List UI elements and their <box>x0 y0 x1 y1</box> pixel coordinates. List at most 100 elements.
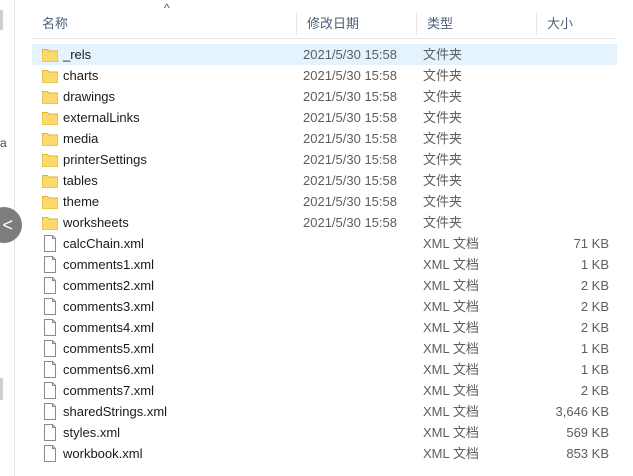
file-type: XML 文档 <box>423 362 479 377</box>
file-size: 2 KB <box>580 299 609 314</box>
folder-icon <box>42 172 58 189</box>
scrollbar-segment[interactable] <box>0 10 3 30</box>
file-row[interactable]: comments1.xml XML 文档 1 KB <box>32 254 617 275</box>
file-row[interactable]: styles.xml XML 文档 569 KB <box>32 422 617 443</box>
file-type: 文件夹 <box>423 152 463 167</box>
file-date: 2021/5/30 15:58 <box>303 194 397 209</box>
file-size: 2 KB <box>580 383 609 398</box>
column-label: 类型 <box>427 16 454 31</box>
file-size: 3,646 KB <box>555 404 610 419</box>
file-name: comments4.xml <box>63 320 155 335</box>
file-name: theme <box>63 194 100 209</box>
file-type: 文件夹 <box>423 215 463 230</box>
file-row[interactable]: charts 2021/5/30 15:58 文件夹 <box>32 65 617 86</box>
file-size: 2 KB <box>580 320 609 335</box>
file-icon <box>42 277 58 294</box>
file-name: comments5.xml <box>63 341 155 356</box>
column-label: 修改日期 <box>307 16 360 31</box>
file-name: workbook.xml <box>63 446 143 461</box>
file-name: charts <box>63 68 99 83</box>
file-type: XML 文档 <box>423 299 479 314</box>
file-name: tables <box>63 173 98 188</box>
file-icon <box>42 340 58 357</box>
scrollbar-segment[interactable] <box>0 378 3 400</box>
folder-icon <box>42 46 58 63</box>
column-header-date[interactable]: 修改日期 <box>297 10 417 38</box>
folder-icon <box>42 193 58 210</box>
file-name: comments2.xml <box>63 278 155 293</box>
file-row[interactable]: comments7.xml XML 文档 2 KB <box>32 380 617 401</box>
file-row[interactable]: comments4.xml XML 文档 2 KB <box>32 317 617 338</box>
column-header-type[interactable]: 类型 <box>417 10 537 38</box>
file-row[interactable]: media 2021/5/30 15:58 文件夹 <box>32 128 617 149</box>
file-date: 2021/5/30 15:58 <box>303 131 397 146</box>
file-size: 1 KB <box>580 257 609 272</box>
file-type: XML 文档 <box>423 446 479 461</box>
folder-icon <box>42 130 58 147</box>
file-date: 2021/5/30 15:58 <box>303 68 397 83</box>
file-name: media <box>63 131 99 146</box>
file-name: sharedStrings.xml <box>63 404 168 419</box>
file-icon <box>42 361 58 378</box>
file-row[interactable]: externalLinks 2021/5/30 15:58 文件夹 <box>32 107 617 128</box>
file-name: comments6.xml <box>63 362 155 377</box>
file-type: 文件夹 <box>423 110 463 125</box>
file-name: externalLinks <box>63 110 140 125</box>
file-icon <box>42 256 58 273</box>
file-type: 文件夹 <box>423 173 463 188</box>
file-icon <box>42 235 58 252</box>
file-name: printerSettings <box>63 152 147 167</box>
file-type: XML 文档 <box>423 383 479 398</box>
folder-icon <box>42 151 58 168</box>
column-header-name[interactable]: 名称 <box>32 10 297 38</box>
file-row[interactable]: comments3.xml XML 文档 2 KB <box>32 296 617 317</box>
file-date: 2021/5/30 15:58 <box>303 89 397 104</box>
file-size: 1 KB <box>580 362 609 377</box>
file-size: 71 KB <box>573 236 609 251</box>
file-type: XML 文档 <box>423 320 479 335</box>
file-date: 2021/5/30 15:58 <box>303 152 397 167</box>
file-type: XML 文档 <box>423 278 479 293</box>
file-type: XML 文档 <box>423 404 479 419</box>
file-type: XML 文档 <box>423 425 479 440</box>
file-row[interactable]: worksheets 2021/5/30 15:58 文件夹 <box>32 212 617 233</box>
file-icon <box>42 445 58 462</box>
back-nav-button[interactable]: < <box>0 207 22 243</box>
file-type: 文件夹 <box>423 68 463 83</box>
file-row[interactable]: _rels 2021/5/30 15:58 文件夹 <box>32 44 617 65</box>
file-type: XML 文档 <box>423 236 479 251</box>
file-icon <box>42 403 58 420</box>
file-type: XML 文档 <box>423 341 479 356</box>
folder-icon <box>42 214 58 231</box>
file-icon <box>42 382 58 399</box>
file-type: 文件夹 <box>423 131 463 146</box>
file-row[interactable]: tables 2021/5/30 15:58 文件夹 <box>32 170 617 191</box>
file-icon <box>42 424 58 441</box>
file-type: 文件夹 <box>423 194 463 209</box>
file-icon <box>42 298 58 315</box>
column-label: 大小 <box>547 16 574 31</box>
file-date: 2021/5/30 15:58 <box>303 47 397 62</box>
file-row[interactable]: drawings 2021/5/30 15:58 文件夹 <box>32 86 617 107</box>
file-size: 569 KB <box>566 425 609 440</box>
file-icon <box>42 319 58 336</box>
folder-icon <box>42 109 58 126</box>
column-header-size[interactable]: 大小 <box>537 10 617 38</box>
file-row[interactable]: comments2.xml XML 文档 2 KB <box>32 275 617 296</box>
file-name: drawings <box>63 89 116 104</box>
file-row[interactable]: comments5.xml XML 文档 1 KB <box>32 338 617 359</box>
file-name: comments3.xml <box>63 299 155 314</box>
file-list: _rels 2021/5/30 15:58 文件夹 charts 2021/5/30 1… <box>32 44 617 464</box>
file-row[interactable]: sharedStrings.xml XML 文档 3,646 KB <box>32 401 617 422</box>
file-row[interactable]: theme 2021/5/30 15:58 文件夹 <box>32 191 617 212</box>
file-type: 文件夹 <box>423 47 463 62</box>
file-row[interactable]: printerSettings 2021/5/30 15:58 文件夹 <box>32 149 617 170</box>
file-row[interactable]: calcChain.xml XML 文档 71 KB <box>32 233 617 254</box>
file-type: 文件夹 <box>423 89 463 104</box>
file-date: 2021/5/30 15:58 <box>303 110 397 125</box>
file-name: calcChain.xml <box>63 236 144 251</box>
file-row[interactable]: workbook.xml XML 文档 853 KB <box>32 443 617 464</box>
file-row[interactable]: comments6.xml XML 文档 1 KB <box>32 359 617 380</box>
file-date: 2021/5/30 15:58 <box>303 215 397 230</box>
file-size: 2 KB <box>580 278 609 293</box>
